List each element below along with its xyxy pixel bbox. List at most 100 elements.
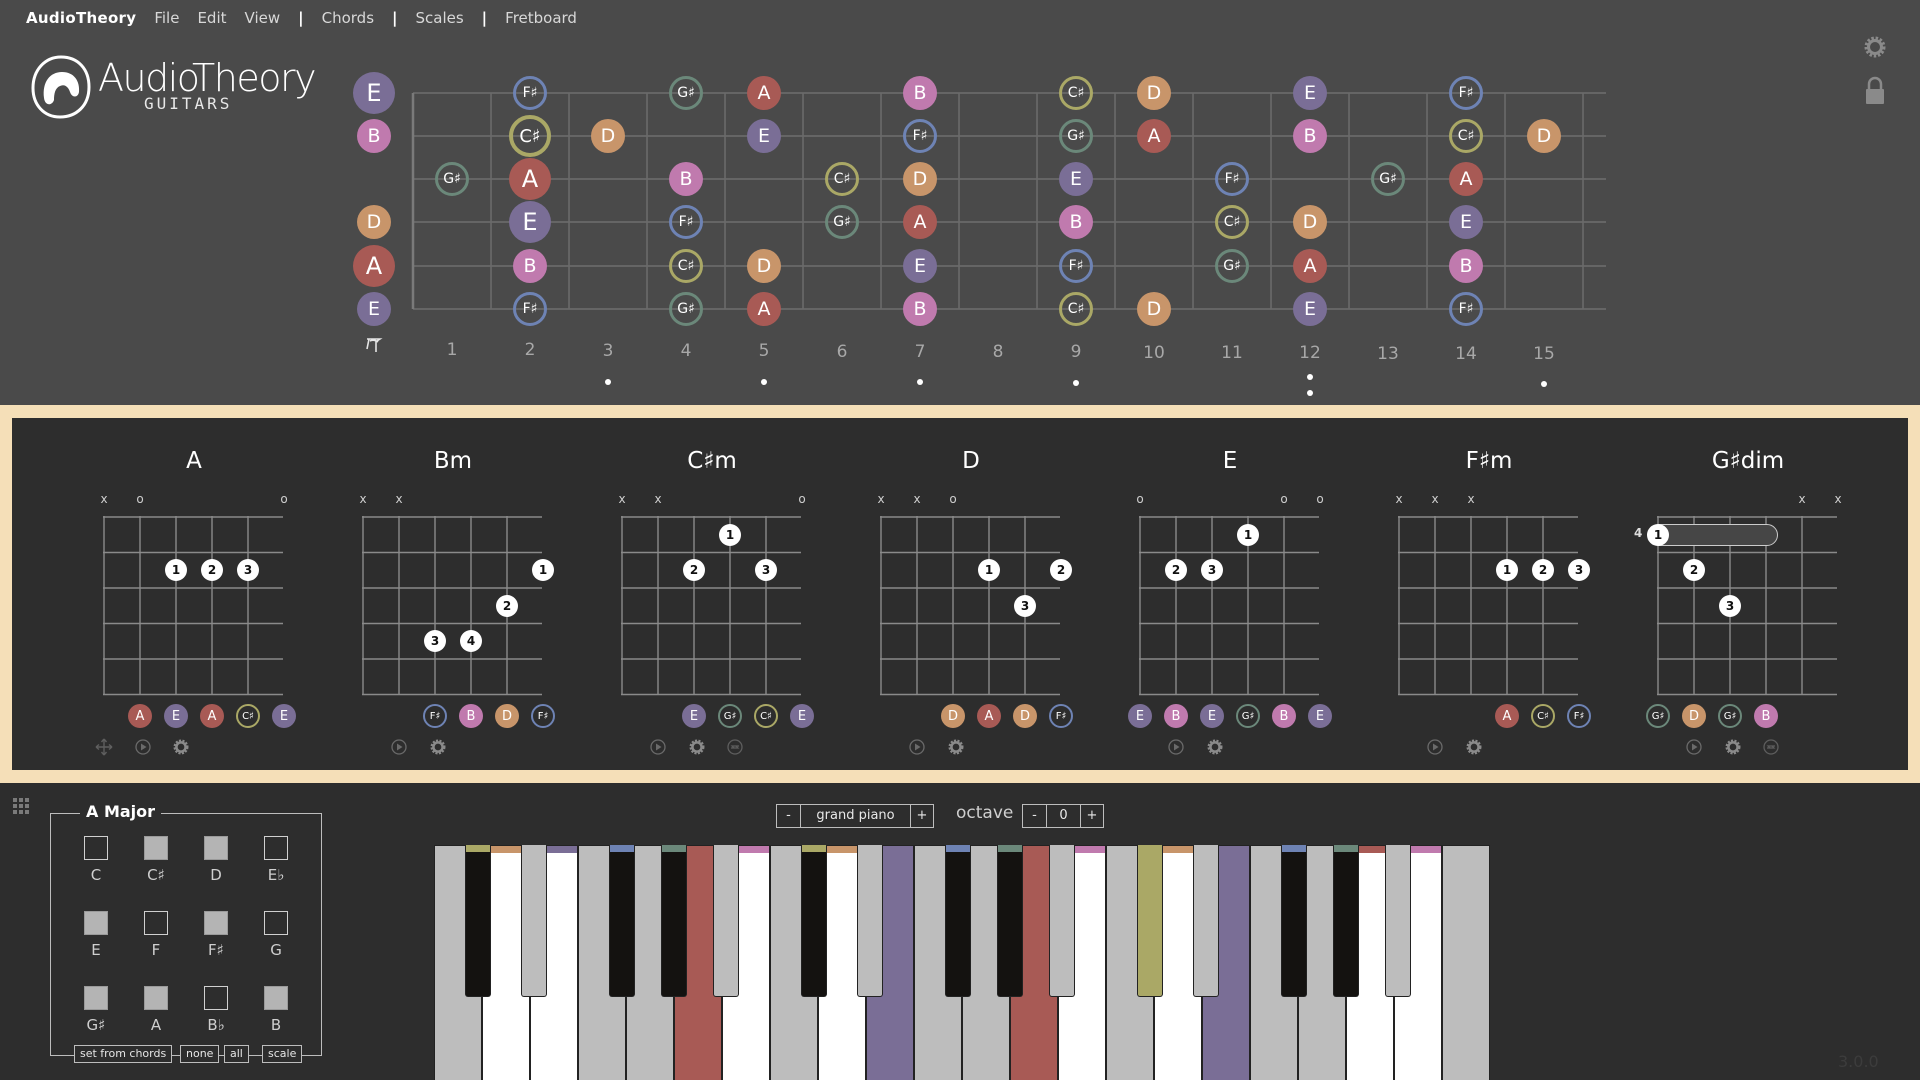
fret-note-a[interactable]: A (747, 76, 781, 110)
fret-note-f-sharp[interactable]: F♯ (513, 292, 547, 326)
fret-note-d[interactable]: D (1293, 205, 1327, 239)
fret-note-c-sharp[interactable]: C♯ (1215, 205, 1249, 239)
pitch-class-toggle[interactable]: B♭ (186, 986, 246, 1034)
pitch-class-checkbox[interactable] (84, 911, 108, 935)
fret-note-g-sharp[interactable]: G♯ (669, 76, 703, 110)
fret-note-d[interactable]: D (591, 119, 625, 153)
fret-note-b[interactable]: B (1293, 119, 1327, 153)
fret-note-c-sharp[interactable]: C♯ (1059, 292, 1093, 326)
piano-key-a-sharp[interactable] (1049, 845, 1075, 997)
fret-note-f-sharp[interactable]: F♯ (669, 205, 703, 239)
fret-note-g-sharp[interactable]: G♯ (1371, 162, 1405, 196)
instrument-next-button[interactable]: + (911, 805, 933, 827)
fret-note-c-sharp[interactable]: C♯ (825, 162, 859, 196)
fret-note-d[interactable]: D (1527, 119, 1561, 153)
play-icon[interactable] (908, 738, 926, 756)
fret-note-c-sharp[interactable]: C♯ (669, 249, 703, 283)
pitch-class-checkbox[interactable] (204, 911, 228, 935)
fret-note-a[interactable]: A (1293, 249, 1327, 283)
open-string-note-e[interactable]: E (357, 292, 391, 326)
fret-note-f-sharp[interactable]: F♯ (903, 119, 937, 153)
pitch-class-checkbox[interactable] (204, 836, 228, 860)
piano-key-c-sharp[interactable] (1137, 845, 1163, 997)
piano-key-c-sharp[interactable] (801, 845, 827, 997)
pitch-class-toggle[interactable]: F (126, 911, 186, 959)
piano-key-d-sharp[interactable] (857, 845, 883, 997)
fret-note-a[interactable]: A (903, 205, 937, 239)
fret-note-e[interactable]: E (1449, 205, 1483, 239)
fret-note-f-sharp[interactable]: F♯ (513, 76, 547, 110)
pitch-class-toggle[interactable]: C♯ (126, 836, 186, 884)
play-icon[interactable] (1167, 738, 1185, 756)
fret-note-c-sharp[interactable]: C♯ (1449, 119, 1483, 153)
pitch-class-checkbox[interactable] (144, 986, 168, 1010)
piano-key-a-sharp[interactable] (1385, 845, 1411, 997)
play-icon[interactable] (1426, 738, 1444, 756)
gear-icon[interactable] (688, 738, 706, 756)
fret-note-g-sharp[interactable]: G♯ (1059, 119, 1093, 153)
piano-key-f-sharp[interactable] (609, 845, 635, 997)
instrument-prev-button[interactable]: - (777, 805, 801, 827)
pitch-class-checkbox[interactable] (144, 836, 168, 860)
pitch-class-toggle[interactable]: F♯ (186, 911, 246, 959)
pitch-class-toggle[interactable]: G (246, 911, 306, 959)
fret-note-b[interactable]: B (513, 249, 547, 283)
open-string-note-b[interactable]: B (357, 119, 391, 153)
piano-key-f-sharp[interactable] (1281, 845, 1307, 997)
open-string-note-e[interactable]: E (353, 72, 395, 114)
scale-button[interactable]: scale (262, 1045, 303, 1063)
gear-icon[interactable] (1206, 738, 1224, 756)
pitch-class-checkbox[interactable] (84, 986, 108, 1010)
pitch-class-checkbox[interactable] (264, 836, 288, 860)
fret-note-c-sharp[interactable]: C♯ (1059, 76, 1093, 110)
none-button[interactable]: none (180, 1045, 220, 1063)
pitch-class-toggle[interactable]: D (186, 836, 246, 884)
fret-note-c-sharp[interactable]: C♯ (509, 115, 551, 157)
play-icon[interactable] (390, 738, 408, 756)
piano-key-c-sharp[interactable] (465, 845, 491, 997)
pitch-class-toggle[interactable]: E♭ (246, 836, 306, 884)
pitch-class-checkbox[interactable] (84, 836, 108, 860)
open-string-note-a[interactable]: A (353, 245, 395, 287)
piano-key-g-sharp[interactable] (661, 845, 687, 997)
pitch-class-toggle[interactable]: C (66, 836, 126, 884)
gear-icon[interactable] (1465, 738, 1483, 756)
fret-note-g-sharp[interactable]: G♯ (435, 162, 469, 196)
piano-key-d-sharp[interactable] (1193, 845, 1219, 997)
pitch-class-checkbox[interactable] (144, 911, 168, 935)
piano-key-g-sharp[interactable] (997, 845, 1023, 997)
piano-key-f-sharp[interactable] (945, 845, 971, 997)
piano-key-a-sharp[interactable] (713, 845, 739, 997)
fret-note-d[interactable]: D (903, 162, 937, 196)
move-icon[interactable] (95, 738, 113, 756)
grid-menu-icon[interactable] (12, 797, 30, 815)
fret-note-b[interactable]: B (903, 292, 937, 326)
fret-note-e[interactable]: E (1059, 162, 1093, 196)
piano-key-g-sharp[interactable] (1333, 845, 1359, 997)
fret-note-e[interactable]: E (903, 249, 937, 283)
piano-key-c[interactable] (1442, 845, 1490, 1080)
fret-note-d[interactable]: D (747, 249, 781, 283)
piano-key-d-sharp[interactable] (521, 845, 547, 997)
fret-note-b[interactable]: B (1059, 205, 1093, 239)
fret-note-d[interactable]: D (1137, 76, 1171, 110)
pitch-class-checkbox[interactable] (204, 986, 228, 1010)
fret-note-e[interactable]: E (747, 119, 781, 153)
all-button[interactable]: all (224, 1045, 249, 1063)
fret-note-b[interactable]: B (1449, 249, 1483, 283)
fret-note-a[interactable]: A (1449, 162, 1483, 196)
set-from-chords-button[interactable]: set from chords (74, 1045, 173, 1063)
fret-note-f-sharp[interactable]: F♯ (1059, 249, 1093, 283)
fret-note-g-sharp[interactable]: G♯ (825, 205, 859, 239)
gear-icon[interactable] (947, 738, 965, 756)
gear-icon[interactable] (1724, 738, 1742, 756)
fret-note-b[interactable]: B (903, 76, 937, 110)
octave-down-button[interactable]: - (1023, 805, 1047, 827)
pitch-class-checkbox[interactable] (264, 911, 288, 935)
pitch-class-toggle[interactable]: A (126, 986, 186, 1034)
play-icon[interactable] (134, 738, 152, 756)
play-icon[interactable] (649, 738, 667, 756)
fret-note-g-sharp[interactable]: G♯ (1215, 249, 1249, 283)
fret-note-d[interactable]: D (1137, 292, 1171, 326)
octave-up-button[interactable]: + (1081, 805, 1103, 827)
